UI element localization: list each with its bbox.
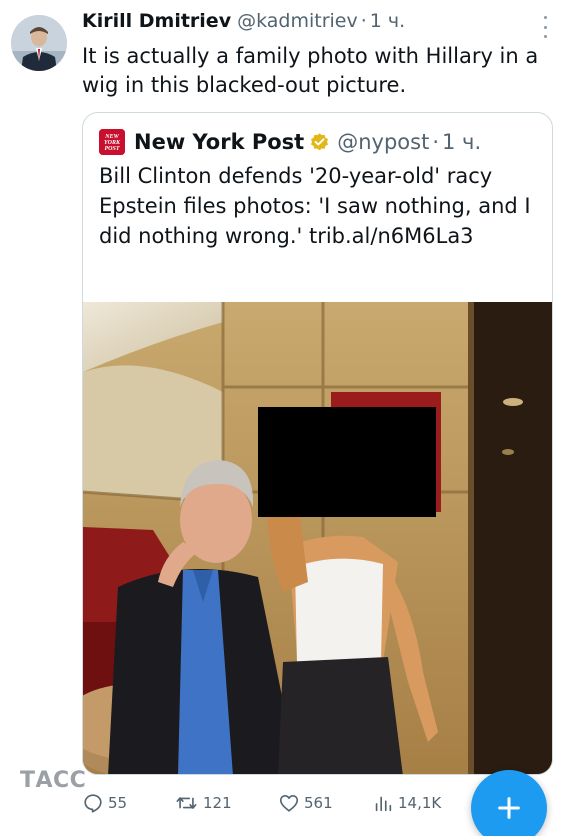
separator-dot: · bbox=[432, 130, 440, 154]
views-button[interactable]: 14,1K bbox=[372, 785, 441, 821]
author-name[interactable]: Kirill Dmitriev bbox=[82, 10, 231, 32]
tweet-text: It is actually a family photo with Hilla… bbox=[82, 44, 539, 97]
separator-dot: · bbox=[360, 10, 367, 32]
tweet[interactable]: Kirill Dmitriev @kadmitriev · 1 ч. It is… bbox=[0, 0, 568, 836]
plus-icon bbox=[498, 797, 520, 819]
reply-icon bbox=[84, 794, 102, 813]
repost-icon bbox=[176, 797, 197, 809]
quoted-tweet[interactable]: NEW YORK POST New York Post @nypost · 1 … bbox=[82, 112, 553, 775]
quoted-tweet-time[interactable]: 1 ч. bbox=[442, 130, 481, 154]
like-count: 561 bbox=[304, 794, 333, 812]
more-icon[interactable] bbox=[540, 16, 550, 38]
quoted-tweet-text: Bill Clinton defends '20-year-old' racy … bbox=[99, 164, 531, 248]
quoted-author-handle[interactable]: @nypost bbox=[337, 130, 429, 154]
compose-button[interactable] bbox=[471, 770, 547, 836]
heart-icon bbox=[279, 795, 299, 812]
quoted-author-name[interactable]: New York Post bbox=[134, 130, 304, 154]
quoted-tweet-photo[interactable] bbox=[83, 302, 552, 774]
repost-count: 121 bbox=[203, 794, 232, 812]
tweet-header: Kirill Dmitriev @kadmitriev · 1 ч. bbox=[82, 10, 548, 40]
author-handle[interactable]: @kadmitriev bbox=[237, 10, 358, 32]
views-icon bbox=[375, 796, 392, 812]
tweet-time[interactable]: 1 ч. bbox=[370, 10, 405, 32]
tass-watermark: ТАСС bbox=[20, 768, 87, 793]
repost-button[interactable]: 121 bbox=[174, 785, 232, 821]
reply-button[interactable]: 55 bbox=[82, 785, 127, 821]
reply-count: 55 bbox=[108, 794, 128, 812]
verified-icon bbox=[311, 132, 329, 150]
tweet-actions: 55 121 561 14,1K bbox=[82, 785, 482, 821]
views-count: 14,1K bbox=[398, 794, 442, 812]
like-button[interactable]: 561 bbox=[278, 785, 333, 821]
svg-text:POST: POST bbox=[105, 146, 120, 152]
avatar[interactable] bbox=[11, 15, 67, 71]
quoted-tweet-header: NEW YORK POST New York Post @nypost · 1 … bbox=[99, 127, 481, 157]
nypost-logo[interactable]: NEW YORK POST bbox=[99, 129, 125, 155]
